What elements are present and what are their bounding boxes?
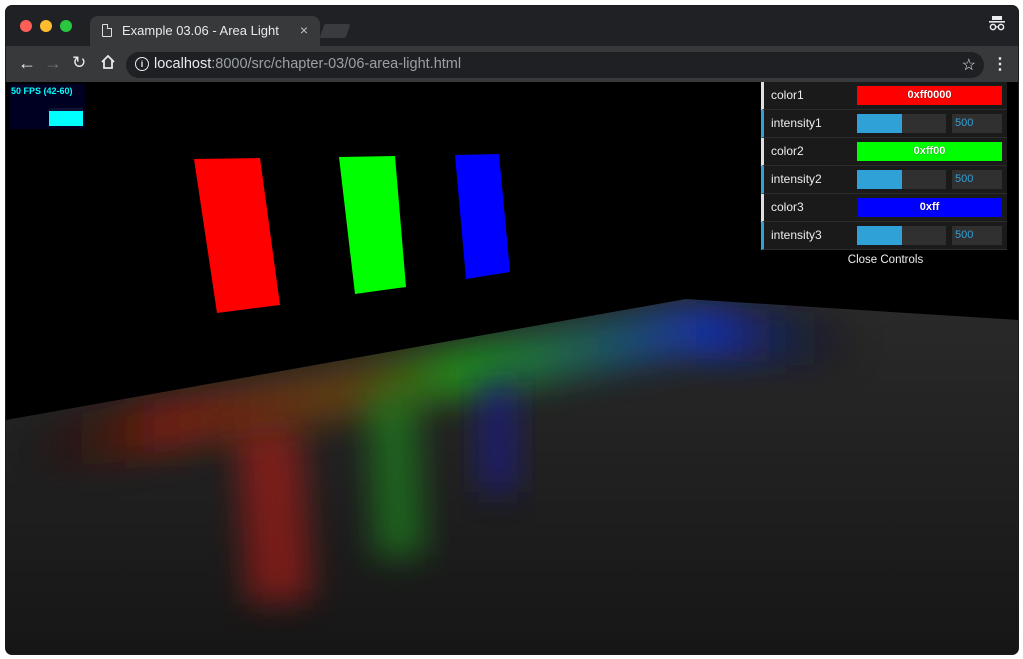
address-bar[interactable]: i localhost:8000/src/chapter-03/06-area-…: [126, 52, 984, 78]
forward-arrow-icon[interactable]: →: [44, 53, 62, 74]
star-icon[interactable]: ☆: [962, 55, 976, 75]
intensity3-slider-fill: [857, 226, 902, 245]
browser-toolbar: ← → ↻ i localhost:8000/src/chapter-03/06…: [6, 46, 1018, 82]
info-icon[interactable]: i: [135, 57, 149, 71]
color1-control[interactable]: color1 0xff0000: [761, 82, 1007, 110]
back-arrow-icon[interactable]: ←: [18, 53, 36, 74]
home-icon[interactable]: [100, 54, 116, 75]
intensity3-label: intensity3: [771, 228, 822, 242]
close-controls-button[interactable]: Close Controls: [764, 250, 1007, 270]
fps-stats-panel[interactable]: 50 FPS (42-60): [9, 84, 85, 129]
intensity1-slider-fill: [857, 114, 902, 133]
color1-swatch[interactable]: 0xff0000: [857, 86, 1002, 105]
browser-window: Example 03.06 - Area Light × ← → ↻ i loc…: [6, 6, 1018, 654]
kebab-menu-icon[interactable]: ⋮: [992, 54, 1008, 74]
webgl-canvas[interactable]: 50 FPS (42-60) color1 0xff0000 intensity…: [6, 82, 1018, 654]
green-area-light: [339, 156, 406, 294]
incognito-icon: [988, 15, 1006, 35]
intensity2-control[interactable]: intensity2 500: [761, 166, 1007, 194]
close-window-button[interactable]: [20, 20, 32, 32]
intensity2-slider[interactable]: [857, 170, 946, 189]
tab-area-light[interactable]: Example 03.06 - Area Light ×: [90, 16, 320, 46]
intensity3-input[interactable]: 500: [952, 226, 1002, 245]
color3-swatch[interactable]: 0xff: [857, 198, 1002, 217]
color3-control[interactable]: color3 0xff: [761, 194, 1007, 222]
color2-swatch[interactable]: 0xff00: [857, 142, 1002, 161]
intensity1-label: intensity1: [771, 116, 822, 130]
color2-label: color2: [771, 144, 804, 158]
fps-graph: [49, 108, 83, 126]
minimize-window-button[interactable]: [40, 20, 52, 32]
intensity3-control[interactable]: intensity3 500: [761, 222, 1007, 250]
color3-label: color3: [771, 200, 804, 214]
intensity2-label: intensity2: [771, 172, 822, 186]
intensity1-control[interactable]: intensity1 500: [761, 110, 1007, 138]
page-icon: [102, 24, 112, 37]
red-area-light: [194, 158, 280, 313]
intensity3-slider[interactable]: [857, 226, 946, 245]
intensity2-input[interactable]: 500: [952, 170, 1002, 189]
url-path: :8000/src/chapter-03/06-area-light.html: [211, 56, 462, 72]
fps-label: 50 FPS (42-60): [11, 86, 73, 96]
intensity1-input[interactable]: 500: [952, 114, 1002, 133]
color2-control[interactable]: color2 0xff00: [761, 138, 1007, 166]
green-reflection: [366, 395, 426, 559]
url-host: localhost: [154, 56, 212, 72]
title-bar: Example 03.06 - Area Light ×: [6, 6, 1018, 46]
blue-reflection: [479, 382, 517, 492]
tab-close-icon[interactable]: ×: [300, 22, 308, 38]
maximize-window-button[interactable]: [60, 20, 72, 32]
intensity1-slider[interactable]: [857, 114, 946, 133]
blue-area-light: [455, 154, 510, 279]
intensity2-slider-fill: [857, 170, 902, 189]
reload-icon[interactable]: ↻: [72, 53, 86, 73]
new-tab-button[interactable]: [319, 24, 351, 38]
color1-label: color1: [771, 88, 804, 102]
dat-gui-panel: color1 0xff0000 intensity1 500 color2 0x…: [761, 82, 1007, 270]
red-reflection: [236, 429, 313, 605]
url-text[interactable]: localhost:8000/src/chapter-03/06-area-li…: [154, 56, 461, 72]
tab-title: Example 03.06 - Area Light: [122, 23, 279, 38]
